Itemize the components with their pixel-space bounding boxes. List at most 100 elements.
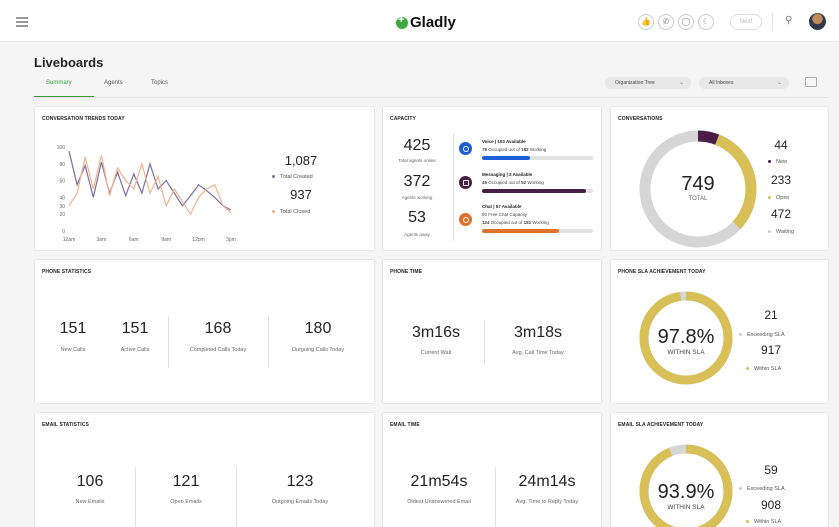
avg-reply-time-label: Avg. Time to Reply Today	[515, 499, 579, 505]
outgoing-emails-value: 123	[286, 473, 314, 490]
email-statistics-card: EMAIL STATISTICS 106 New Emails 121 Open…	[34, 412, 375, 527]
messaging-channel-title: Messaging | 3 Available	[482, 172, 533, 177]
new-emails-value: 106	[76, 473, 104, 490]
next-button[interactable]: Next	[730, 14, 762, 30]
y-tick-label: 40	[59, 195, 65, 201]
voice-channel-title: Voice | 103 Available	[482, 139, 526, 144]
tabs-divider	[34, 97, 828, 98]
phone-exceeding-legend: Exceeding SLA	[739, 332, 785, 338]
total-closed-value: 937	[290, 187, 312, 202]
tab-topics[interactable]: Topics	[139, 78, 184, 98]
card-title: EMAIL SLA ACHIEVEMENT TODAY	[618, 422, 704, 428]
total-created-legend: Total Created	[272, 174, 313, 180]
card-title: EMAIL TIME	[390, 422, 420, 428]
messaging-capacity-bar	[482, 189, 593, 193]
waiting-legend: Waiting	[768, 229, 794, 235]
outgoing-calls-value: 180	[304, 320, 332, 337]
messaging-occupied-line: 49 Occupied out of 52 Working	[482, 180, 544, 185]
trend-line-chart: 0 20 30 40 60 80 100 12am 3am 6am 9am 12pm 3pm	[57, 145, 236, 243]
total-created-value: 1,087	[284, 153, 318, 168]
card-title: CONVERSATIONS	[618, 116, 663, 122]
organization-tree-dropdown[interactable]: Organization Tree ⌄	[605, 77, 691, 89]
y-tick-label: 30	[59, 204, 65, 210]
x-tick-label: 12am	[63, 237, 76, 243]
new-legend: New	[768, 159, 787, 165]
avatar[interactable]	[809, 13, 826, 30]
card-title: EMAIL STATISTICS	[42, 422, 89, 428]
moon-icon[interactable]: ☾	[698, 14, 714, 30]
gladly-logo: Gladly	[396, 14, 456, 31]
oldest-unanswered-value: 21m54s	[410, 473, 468, 490]
y-tick-label: 100	[57, 145, 66, 151]
x-tick-label: 6am	[129, 237, 139, 243]
new-emails-label: New Emails	[75, 499, 105, 505]
card-title: CAPACITY	[390, 116, 416, 122]
capacity-card: CAPACITY 425 Total agents online 372 Age…	[382, 106, 602, 251]
agents-working-value: 372	[403, 173, 431, 190]
y-tick-label: 60	[59, 179, 65, 185]
chat-occupied-line: 124 Occupied out of 181 Working	[482, 220, 549, 225]
x-tick-label: 3pm	[226, 237, 236, 243]
new-calls-label: New Calls	[60, 347, 86, 353]
email-sla-label: WITHIN SLA	[667, 504, 705, 511]
chat-capacity-bar	[482, 229, 593, 233]
x-tick-label: 12pm	[192, 237, 205, 243]
y-tick-label: 20	[59, 212, 65, 218]
tab-bar: Summary Agents Topics	[34, 78, 184, 98]
voice-capacity-bar	[482, 156, 593, 160]
page-title: Liveboards	[34, 55, 104, 70]
agents-away-label: Agents away	[404, 232, 430, 237]
inbox-dropdown[interactable]: All Inboxes ⌄	[699, 77, 789, 89]
chat-icon[interactable]: ◯	[678, 14, 694, 30]
new-calls-value: 151	[59, 320, 87, 337]
fullscreen-icon[interactable]	[805, 77, 817, 87]
phone-within-count: 917	[760, 343, 782, 357]
agents-online-value: 425	[403, 137, 431, 154]
current-wait-label: Current Wait	[420, 350, 452, 356]
conversations-total-label: TOTAL	[688, 196, 708, 202]
card-title: PHONE SLA ACHIEVEMENT TODAY	[618, 269, 706, 275]
phone-sla-label: WITHIN SLA	[667, 349, 705, 356]
phone-sla-card: PHONE SLA ACHIEVEMENT TODAY 97.8% WITHIN…	[610, 259, 829, 404]
email-sla-card: EMAIL SLA ACHIEVEMENT TODAY 93.9% WITHIN…	[610, 412, 829, 527]
logo-plus-icon	[396, 14, 408, 29]
chat-free-capacity: 50 Free Chat Capacity	[482, 212, 528, 217]
chevron-down-icon: ⌄	[776, 80, 782, 86]
conversation-trends-card: CONVERSATION TRENDS TODAY 0 20 30 40 60 80 100…	[34, 106, 375, 251]
active-calls-label: Active Calls	[120, 347, 150, 353]
email-sla-percent: 93.9%	[657, 481, 715, 503]
phone-sla-percent: 97.8%	[657, 326, 715, 348]
messaging-capacity-fill	[482, 189, 587, 193]
menu-icon[interactable]	[16, 17, 28, 27]
chat-channel-title: Chat | 57 Available	[482, 204, 522, 209]
oldest-unanswered-label: Oldest Unanswered Email	[407, 499, 471, 505]
agents-working-label: Agents working	[401, 195, 433, 200]
avg-reply-time-value: 24m14s	[518, 473, 576, 490]
card-title: PHONE STATISTICS	[42, 269, 92, 275]
message-icon	[459, 176, 472, 189]
conversations-total: 749	[681, 173, 715, 195]
tab-summary[interactable]: Summary	[34, 78, 94, 98]
inbox-label: All Inboxes	[709, 80, 734, 86]
open-emails-label: Open Emails	[170, 499, 202, 505]
completed-calls-value: 168	[204, 320, 232, 337]
outgoing-emails-label: Outgoing Emails Today	[271, 499, 329, 505]
phone-icon[interactable]: ✆	[658, 14, 674, 30]
email-time-card: EMAIL TIME 21m54s Oldest Unanswered Emai…	[382, 412, 602, 527]
search-icon[interactable]: ⚲	[785, 15, 792, 26]
phone-exceeding-count: 21	[764, 308, 778, 322]
thumbs-up-icon[interactable]: 👍	[638, 14, 654, 30]
x-tick-label: 3am	[97, 237, 107, 243]
avg-call-time-label: Avg. Call Time Today	[512, 350, 564, 356]
phone-icon	[459, 142, 472, 155]
current-wait-value: 3m16s	[411, 324, 461, 341]
tab-agents[interactable]: Agents	[94, 78, 139, 98]
new-count: 44	[774, 138, 788, 152]
divider	[772, 13, 773, 31]
email-within-legend: Within SLA	[746, 519, 781, 525]
chat-capacity-fill	[482, 229, 559, 233]
card-title: PHONE TIME	[390, 269, 423, 275]
email-within-count: 908	[760, 498, 782, 512]
phone-within-legend: Within SLA	[746, 366, 781, 372]
outgoing-calls-label: Outgoing Calls Today	[291, 347, 345, 353]
